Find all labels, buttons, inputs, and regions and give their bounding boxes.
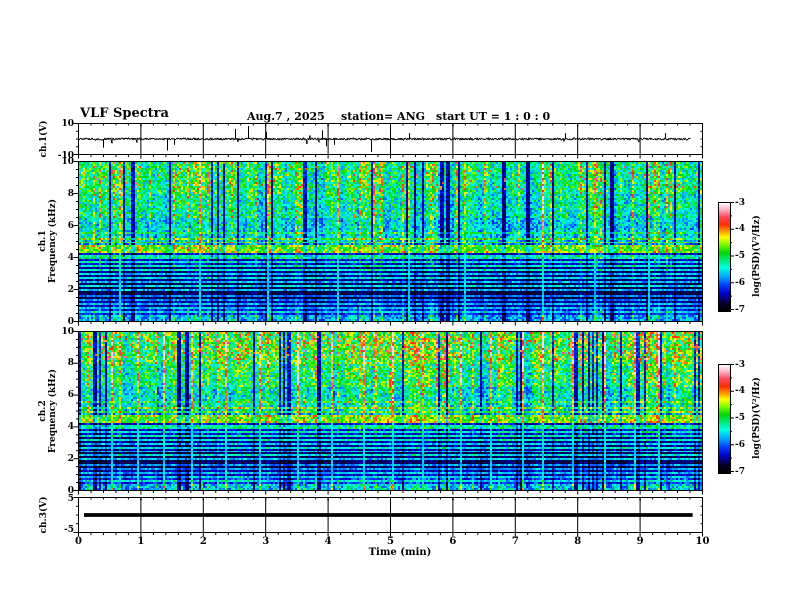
spec1-ytick-label: 0	[67, 316, 74, 327]
spec2-ytick-label: 2	[67, 453, 74, 464]
spec1-ytick-label: 8	[67, 188, 74, 199]
ch1-spectrogram	[79, 162, 702, 321]
colorbar-1	[718, 202, 731, 312]
colorbar2-tick-label: -7	[735, 466, 745, 477]
vlf-spectra-figure: VLF Spectra Aug.7 , 2025 station= ANG st…	[0, 0, 792, 612]
x-axis-label: Time (min)	[368, 547, 432, 558]
colorbar1-label: log(PSD)(V²/Hz)	[752, 215, 762, 297]
colorbar2-tick-label: -5	[735, 413, 745, 423]
x-tick-label: 0	[75, 536, 82, 547]
ch1-waveform-plot	[79, 124, 702, 154]
plot-title: VLF Spectra	[80, 106, 169, 121]
ch3-ytick-top: 5	[67, 494, 74, 504]
x-tick-label: 1	[137, 536, 145, 547]
x-tick-label: 8	[574, 536, 582, 547]
colorbar1-tick-label: -5	[735, 251, 745, 261]
colorbar2-tick-label: -6	[735, 439, 745, 450]
station-label: station= ANG	[341, 110, 426, 123]
ch3-waveform-plot	[79, 498, 702, 532]
start-ut-label: start UT = 1 : 0 : 0	[436, 110, 551, 123]
ch2-spectrogram	[79, 332, 702, 490]
spec2-ytick-label: 4	[67, 421, 74, 432]
spec1-axis-label-line1: ch.1	[38, 230, 48, 252]
colorbar1-tick-label: -4	[735, 224, 745, 235]
x-tick-label: 4	[324, 536, 332, 547]
x-tick-label: 5	[387, 536, 394, 547]
plot-date: Aug.7 , 2025	[247, 110, 325, 123]
spec2-ytick-label: 0	[67, 485, 74, 496]
spec1-ytick-label: 6	[67, 220, 74, 231]
spec2-ytick-label: 10	[61, 326, 74, 337]
x-tick-label: 9	[636, 536, 644, 547]
x-tick-label: 2	[199, 536, 207, 547]
spec2-axis-label-line2: Frequency (kHz)	[48, 368, 58, 454]
colorbar-2	[718, 364, 731, 474]
colorbar2-tick-label: -3	[735, 359, 745, 370]
colorbar2-label: log(PSD)(V²/Hz)	[752, 377, 762, 459]
colorbar2-tick-label: -4	[735, 386, 745, 397]
spec2-ytick-label: 6	[67, 390, 74, 401]
spec1-ytick-label: 4	[67, 252, 74, 263]
ch1-axis-label: ch.1(V)	[39, 120, 49, 158]
ch3-ytick-bottom: -5	[64, 525, 74, 535]
spec2-axis-label: ch.2 Frequency (kHz)	[38, 369, 58, 453]
x-tick-label: 3	[262, 536, 270, 547]
colorbar1-tick-label: -7	[735, 304, 745, 315]
x-tick-label: 7	[511, 536, 519, 547]
colorbar1-tick-label: -6	[735, 277, 745, 288]
spec2-axis-label-line1: ch.2	[38, 400, 48, 422]
ch1-ytick-top: 10	[61, 119, 74, 129]
x-tick-label: 10	[695, 536, 710, 547]
spec2-ytick-label: 8	[67, 358, 74, 369]
spec1-axis-label-line2: Frequency (kHz)	[48, 198, 58, 284]
colorbar1-tick-label: -3	[735, 197, 745, 208]
ch3-axis-label: ch.3(V)	[39, 496, 49, 534]
x-tick-label: 6	[449, 536, 457, 547]
spec1-axis-label: ch.1 Frequency (kHz)	[38, 199, 58, 283]
spec1-ytick-label: 10	[61, 156, 74, 167]
spec1-ytick-label: 2	[67, 284, 74, 295]
